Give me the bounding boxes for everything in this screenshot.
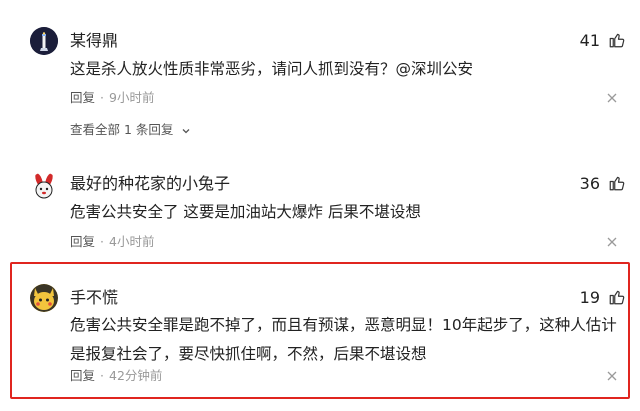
separator-dot: · [100, 90, 104, 105]
close-icon[interactable] [606, 370, 618, 382]
lighthouse-avatar-icon [30, 27, 58, 55]
close-icon[interactable] [606, 92, 618, 104]
comment-time: 9小时前 [109, 90, 155, 105]
pikachu-avatar-icon [30, 284, 58, 312]
separator-dot: · [100, 368, 104, 383]
thumb-up-icon[interactable] [608, 288, 626, 306]
view-all-replies[interactable]: 查看全部 1 条回复 [70, 122, 191, 138]
comment-text: 危害公共安全罪是跑不掉了，而且有预谋，恶意明显！10年起步了，这种人估计是报复社… [70, 316, 617, 363]
reply-button[interactable]: 回复 [70, 368, 95, 383]
like-count: 36 [579, 174, 600, 193]
like-count: 41 [579, 31, 600, 50]
chevron-down-icon [182, 128, 190, 133]
comment-text: 危害公共安全了 这要是加油站大爆炸 后果不堪设想 [70, 203, 421, 221]
comment-text: 这是杀人放火性质非常恶劣，请问人抓到没有？@深圳公安 [70, 60, 474, 78]
thumb-up-icon[interactable] [608, 174, 626, 192]
comment-meta: 回复 · 4小时前 [70, 234, 154, 250]
comment-time: 42分钟前 [109, 368, 163, 383]
view-replies-label: 查看全部 1 条回复 [70, 122, 174, 137]
avatar[interactable] [30, 172, 58, 200]
close-icon[interactable] [606, 236, 618, 248]
comment-username[interactable]: 手不慌 [70, 288, 118, 308]
rabbit-avatar-icon [30, 172, 58, 200]
comment-meta: 回复 · 42分钟前 [70, 368, 162, 384]
comment-username[interactable]: 最好的种花家的小兔子 [70, 174, 230, 194]
like-count: 19 [579, 288, 600, 307]
reply-button[interactable]: 回复 [70, 234, 95, 249]
avatar[interactable] [30, 284, 58, 312]
separator-dot: · [100, 234, 104, 249]
thumb-up-icon[interactable] [608, 31, 626, 49]
avatar[interactable] [30, 27, 58, 55]
comment-username[interactable]: 某得鼎 [70, 31, 118, 51]
reply-button[interactable]: 回复 [70, 90, 95, 105]
comment-time: 4小时前 [109, 234, 155, 249]
comment-meta: 回复 · 9小时前 [70, 90, 154, 106]
